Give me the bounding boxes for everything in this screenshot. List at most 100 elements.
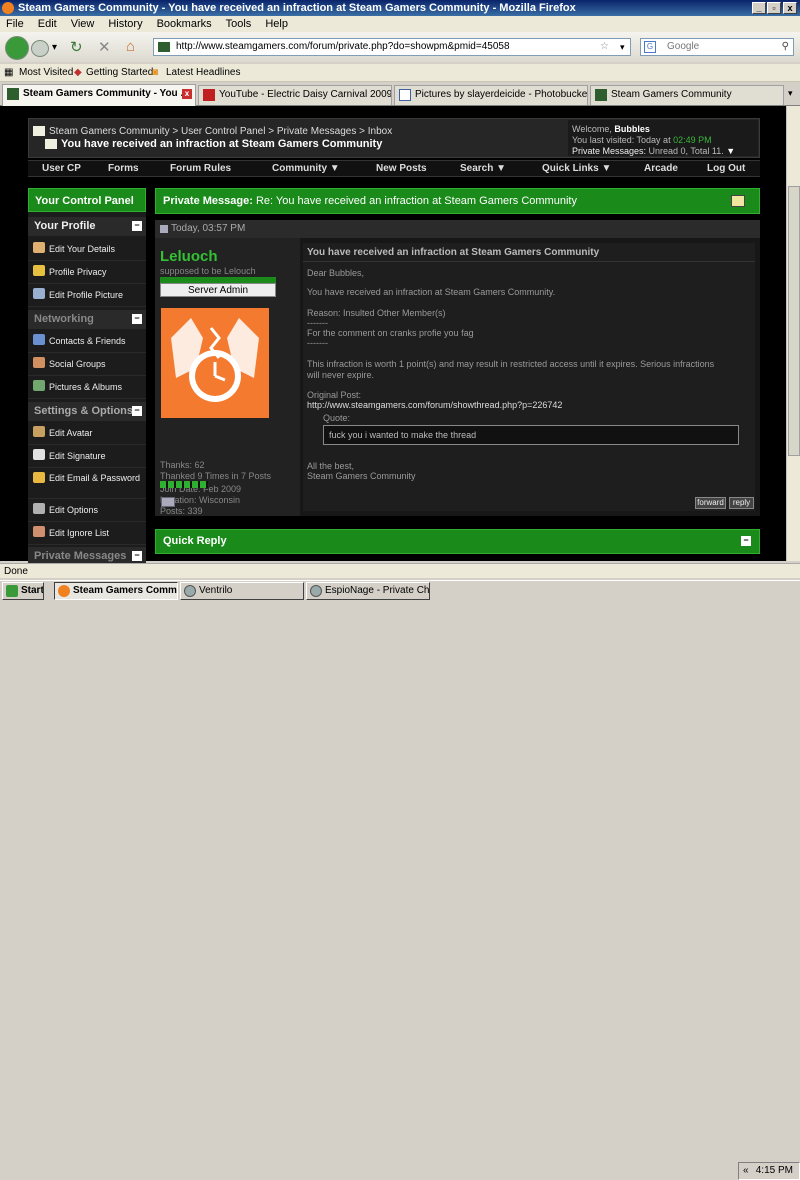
menu-edit[interactable]: Edit [38, 18, 57, 30]
sidebar-item-edit-email[interactable]: Edit Email & Password [28, 469, 146, 499]
sidebar-section-your-profile: Your Profile − [28, 217, 146, 236]
status-text: Done [4, 566, 28, 577]
forward-button[interactable]: forward [695, 497, 726, 509]
sidebar-section-settings: Settings & Options − [28, 402, 146, 421]
collapse-icon[interactable]: − [132, 314, 142, 324]
nav-arcade[interactable]: Arcade [644, 161, 678, 177]
sidebar-item-edit-avatar[interactable]: Edit Avatar [28, 423, 146, 445]
sidebar-item-edit-options[interactable]: Edit Options [28, 500, 146, 522]
stop-icon[interactable]: ✕ [98, 38, 111, 56]
ignore-user-icon [33, 526, 45, 537]
nav-forum-rules[interactable]: Forum Rules [170, 161, 231, 177]
home-icon[interactable]: ⌂ [126, 38, 135, 55]
sender-name[interactable]: Leluoch [160, 248, 218, 265]
sidebar-item-social-groups[interactable]: Social Groups [28, 354, 146, 376]
nav-quick-links[interactable]: Quick Links ▼ [542, 161, 611, 177]
contacts-icon [33, 334, 45, 345]
menu-help[interactable]: Help [265, 18, 288, 30]
taskbar-ventrilo[interactable]: Ventrilo [180, 582, 304, 600]
tab-close-icon[interactable]: x [182, 89, 192, 99]
pm-dropdown-icon[interactable]: ▼ [726, 146, 735, 156]
sidebar-item-profile-picture[interactable]: Edit Profile Picture [28, 285, 146, 307]
scrollbar-thumb[interactable] [788, 186, 800, 456]
bookmark-getting-started[interactable]: Getting Started [86, 64, 153, 82]
taskbar-espionage[interactable]: EspioNage - Private Chat [306, 582, 430, 600]
url-dropdown-icon[interactable]: ▾ [620, 39, 625, 55]
original-post-link[interactable]: http://www.steamgamers.com/forum/showthr… [307, 400, 562, 411]
bookmark-most-visited[interactable]: Most Visited [19, 64, 73, 82]
welcome-username[interactable]: Bubbles [614, 124, 650, 134]
sidebar-item-edit-signature[interactable]: Edit Signature [28, 446, 146, 468]
firefox-icon [58, 585, 70, 597]
status-bar: Done [0, 563, 800, 578]
message-content: You have received an infraction at Steam… [303, 243, 755, 511]
collapse-icon[interactable]: − [132, 221, 142, 231]
nav-user-cp[interactable]: User CP [42, 161, 81, 177]
tab-list-icon[interactable]: ▾ [788, 88, 793, 99]
tab-steam-gamers-active[interactable]: Steam Gamers Community - You ... x [2, 84, 196, 106]
sidebar-item-edit-details[interactable]: Edit Your Details [28, 239, 146, 261]
quote-label: Quote: [323, 413, 351, 423]
search-input[interactable]: G Google ⚲ [640, 38, 794, 56]
sidebar-item-ignore-list[interactable]: Edit Ignore List [28, 523, 146, 545]
youtube-favicon [203, 89, 215, 101]
tab-youtube[interactable]: YouTube - Electric Daisy Carnival 2009 .… [198, 85, 392, 105]
start-button[interactable]: Start [2, 582, 44, 600]
getting-started-icon: ◆ [74, 67, 82, 78]
sidebar-item-contacts[interactable]: Contacts & Friends [28, 331, 146, 353]
picture-icon [33, 288, 45, 299]
nav-log-out[interactable]: Log Out [707, 161, 745, 177]
nav-forms[interactable]: Forms [108, 161, 139, 177]
vertical-scrollbar[interactable] [786, 106, 800, 561]
welcome-box: Welcome, Bubbles You last visited: Today… [568, 120, 758, 156]
taskbar-firefox[interactable]: Steam Gamers Comm... [54, 582, 178, 600]
nav-community[interactable]: Community ▼ [272, 161, 340, 177]
tray-expand-icon[interactable]: « [743, 1163, 749, 1179]
minimize-button[interactable]: _ [752, 2, 766, 14]
nav-search[interactable]: Search ▼ [460, 161, 506, 177]
back-icon[interactable] [5, 36, 29, 60]
google-icon: G [644, 41, 656, 53]
tab-steam-gamers[interactable]: Steam Gamers Community [590, 85, 784, 105]
maximize-button[interactable]: ▫ [767, 2, 781, 14]
windows-logo-icon [6, 585, 18, 597]
reply-button[interactable]: reply [729, 497, 754, 509]
menu-tools[interactable]: Tools [226, 18, 252, 30]
taskbar: Start Steam Gamers Comm... Ventrilo Espi… [0, 580, 800, 1180]
tab-photobucket[interactable]: Pictures by slayerdeicide - Photobucket [394, 85, 588, 105]
history-dropdown-icon[interactable]: ▾ [52, 42, 57, 53]
menubar: File Edit View History Bookmarks Tools Help [0, 16, 800, 32]
avatar[interactable] [161, 308, 269, 418]
signature-icon [33, 449, 45, 460]
profile-image-icon[interactable] [161, 497, 175, 507]
collapse-icon[interactable]: − [132, 406, 142, 416]
menu-history[interactable]: History [108, 18, 142, 30]
private-messages-link[interactable]: Private Messages: [572, 146, 646, 156]
chevron-down-icon: ▼ [601, 163, 612, 174]
reload-icon[interactable]: ↻ [70, 38, 83, 56]
post-date-row: Today, 03:57 PM [155, 220, 760, 238]
bookmark-latest-headlines[interactable]: Latest Headlines [166, 64, 241, 82]
message-subject: You have received an infraction at Steam… [307, 247, 600, 258]
post-date: Today, 03:57 PM [171, 223, 246, 234]
sidebar-item-pictures-albums[interactable]: Pictures & Albums [28, 377, 146, 399]
firefox-icon [2, 2, 14, 14]
collapse-icon[interactable]: − [132, 551, 142, 561]
menu-view[interactable]: View [71, 18, 95, 30]
url-input[interactable]: http://www.steamgamers.com/forum/private… [153, 38, 631, 56]
collapse-up-icon[interactable] [731, 195, 745, 207]
close-window-button[interactable]: x [783, 2, 797, 14]
breadcrumb[interactable]: Steam Gamers Community > User Control Pa… [49, 126, 392, 137]
forward-icon[interactable] [31, 40, 49, 57]
menu-bookmarks[interactable]: Bookmarks [157, 18, 212, 30]
ventrilo-icon [184, 585, 196, 597]
collapse-icon[interactable]: − [741, 536, 751, 546]
bookmark-star-icon[interactable]: ☆ [600, 39, 609, 55]
rank-badge: Server Admin [160, 283, 276, 297]
menu-file[interactable]: File [6, 18, 24, 30]
search-icon[interactable]: ⚲ [782, 39, 789, 55]
nav-new-posts[interactable]: New Posts [376, 161, 427, 177]
sidebar-title: Your Control Panel [28, 188, 146, 212]
chevron-down-icon: ▼ [496, 163, 507, 174]
sidebar-item-profile-privacy[interactable]: Profile Privacy [28, 262, 146, 284]
